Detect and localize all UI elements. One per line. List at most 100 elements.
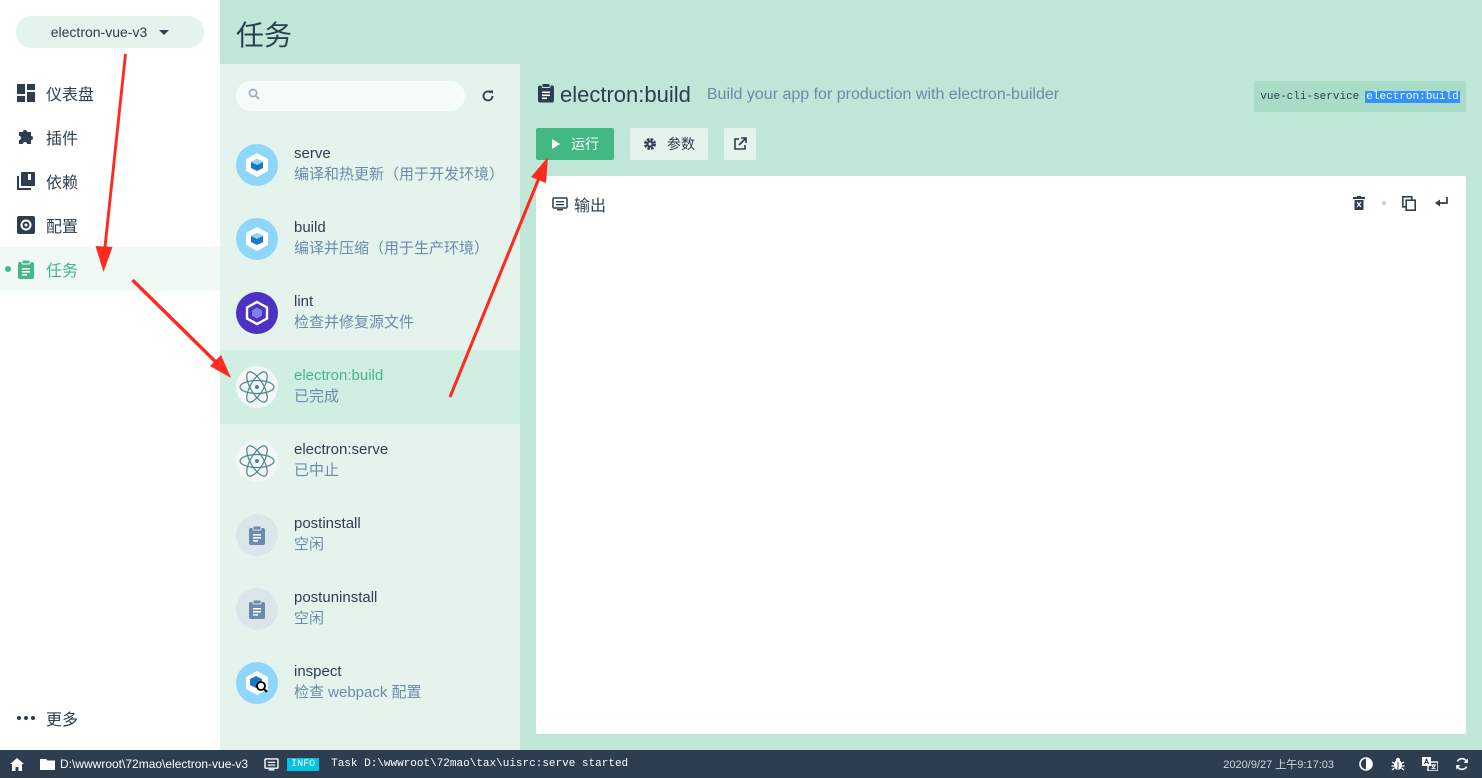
webpack-inspect-icon [236,662,278,704]
more-label: 更多 [46,712,79,729]
task-description: 已中止 [294,462,340,479]
more-dots-icon [16,716,36,720]
clipboard-icon [236,588,278,630]
task-description: 编译并压缩（用于生产环境） [294,240,490,257]
home-button[interactable] [2,757,32,771]
open-external-button[interactable] [724,128,756,160]
task-description: 已完成 [294,388,340,405]
copy-output-button[interactable] [1399,193,1419,213]
output-label: 输出 [574,198,607,215]
copy-icon [1402,195,1416,211]
output-toolbar [1336,193,1452,213]
sidebar-item-label: 依赖 [46,175,79,192]
task-name: postuninstall [294,589,378,606]
project-name: electron-vue-v3 [50,24,148,40]
search-icon [248,87,260,105]
status-time: 2020/9/27 上午9:17:03 [1223,759,1334,771]
task-name: postinstall [294,515,361,532]
sidebar-item-dashboard[interactable]: 仪表盘 [0,71,220,115]
clipboard-icon [16,259,36,279]
sidebar-item-label: 配置 [46,219,79,236]
report-bug-button[interactable] [1388,754,1408,774]
language-button[interactable] [1420,754,1440,774]
parameters-button[interactable]: 参数 [630,128,708,160]
log-message: Task D:\wwwroot\72mao\tax\uisrc:serve st… [331,758,629,770]
task-detail-panel: electron:build Build your app for produc… [520,64,1482,750]
project-path-button[interactable]: D:\wwwroot\72mao\electron-vue-v3 [40,757,248,771]
contrast-icon [1359,757,1373,771]
caret-down-icon [159,29,170,35]
clipboard-icon [236,514,278,556]
status-bar-right: 2020/9/27 上午9:17:03 [1223,750,1472,778]
sidebar-item-label: 插件 [46,131,79,148]
page-title: 任务 [236,20,293,51]
project-path: D:\wwwroot\72mao\electron-vue-v3 [60,757,249,771]
bug-icon [1391,757,1405,771]
task-item-build[interactable]: build 编译并压缩（用于生产环境） [220,202,520,276]
log-level-badge: INFO [287,757,320,771]
settings-icon [16,215,36,235]
sidebar-item-label: 任务 [46,263,79,280]
project-selector[interactable]: electron-vue-v3 [16,16,204,48]
refresh-button[interactable] [478,86,498,106]
library-icon [16,171,36,191]
task-description: 检查并修复源文件 [294,314,415,331]
page-header: 任务 [220,0,1482,64]
run-button[interactable]: 运行 [536,128,614,160]
clear-output-button[interactable] [1349,193,1369,213]
dashboard-icon [16,83,36,103]
task-name: electron:serve [294,441,389,458]
task-item-postinstall[interactable]: postinstall 空闲 [220,498,520,572]
output-panel: 输出 [536,176,1466,734]
task-item-electron-build[interactable]: electron:build 已完成 [220,350,520,424]
task-name: inspect [294,663,342,680]
webpack-icon [236,218,278,260]
more-button[interactable]: 更多 [16,706,78,730]
task-description: 检查 webpack 配置 [294,684,422,701]
task-name: lint [294,293,314,310]
log-button[interactable]: INFO Task D:\wwwroot\72mao\tax\uisrc:ser… [264,757,629,771]
task-list-panel: serve 编译和热更新（用于开发环境） build 编译并压缩（用于生产环境）… [220,64,520,750]
electron-icon [236,366,278,408]
return-icon [1435,197,1448,207]
task-item-postuninstall[interactable]: postuninstall 空闲 [220,572,520,646]
wrap-lines-button[interactable] [1432,193,1452,213]
task-description: 空闲 [294,536,325,553]
sync-icon [1456,757,1468,771]
task-subtitle: Build your app for production with elect… [706,86,1060,103]
sidebar: electron-vue-v3 仪表盘 插件 依赖 配置 任务 更多 [0,0,220,750]
task-item-serve[interactable]: serve 编译和热更新（用于开发环境） [220,128,520,202]
electron-icon [236,440,278,482]
task-item-electron-serve[interactable]: electron:serve 已中止 [220,424,520,498]
webpack-icon [236,144,278,186]
sidebar-item-config[interactable]: 配置 [0,203,220,247]
dark-mode-toggle[interactable] [1356,754,1376,774]
sidebar-item-label: 仪表盘 [46,87,95,104]
play-icon [552,139,560,149]
task-name: electron:build [294,367,384,384]
trash-icon [1353,196,1365,210]
refresh-projects-button[interactable] [1452,754,1472,774]
command-arg: electron:build [1365,90,1460,103]
puzzle-icon [16,127,36,147]
task-detail-header: electron:build Build your app for produc… [538,82,1059,108]
task-description: 空闲 [294,610,325,627]
task-title: electron:build [560,82,691,107]
translate-icon [1422,757,1438,771]
task-item-lint[interactable]: lint 检查并修复源文件 [220,276,520,350]
search-input[interactable] [266,88,456,104]
clipboard-icon [538,82,554,108]
sidebar-item-plugins[interactable]: 插件 [0,115,220,159]
sidebar-item-tasks[interactable]: 任务 [0,247,220,291]
command-display[interactable]: vue-cli-service electron:build [1254,81,1466,112]
sidebar-nav: 仪表盘 插件 依赖 配置 任务 [0,71,220,291]
separator-dot [1382,201,1386,205]
sidebar-item-dependencies[interactable]: 依赖 [0,159,220,203]
task-item-inspect[interactable]: inspect 检查 webpack 配置 [220,646,520,720]
home-icon [10,757,24,771]
parameters-label: 参数 [667,136,695,152]
search-box [236,81,465,111]
status-bar: D:\wwwroot\72mao\electron-vue-v3 INFO Ta… [0,750,1482,778]
run-label: 运行 [571,136,599,152]
terminal-icon [264,757,279,771]
